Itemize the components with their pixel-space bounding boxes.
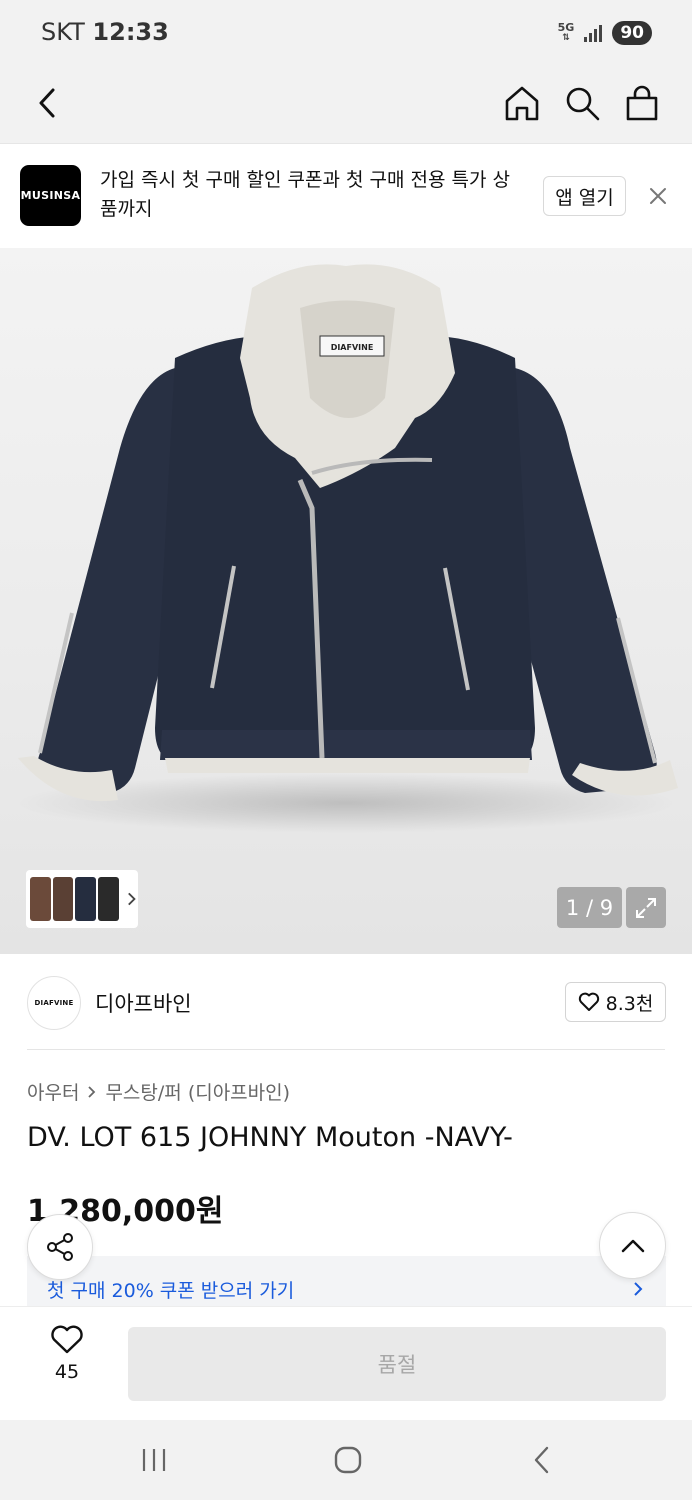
product-image-gallery[interactable]: DIAFVINE 1 / 9 bbox=[0, 248, 692, 954]
brand-like-button[interactable]: 8.3천 bbox=[565, 982, 666, 1022]
home-system-button[interactable] bbox=[328, 1440, 368, 1480]
chevron-right-icon bbox=[634, 1282, 643, 1296]
home-button[interactable] bbox=[497, 78, 547, 128]
top-nav bbox=[0, 66, 692, 144]
close-icon bbox=[650, 188, 666, 204]
chevron-left-icon bbox=[39, 88, 55, 118]
divider bbox=[27, 1049, 665, 1050]
chevron-right-icon bbox=[127, 892, 136, 906]
thumbnail-black[interactable] bbox=[98, 877, 119, 921]
thumbnail-navy[interactable] bbox=[75, 877, 97, 921]
recent-apps-icon bbox=[142, 1449, 166, 1471]
status-indicators: 5G ⇅ 90 bbox=[558, 18, 652, 48]
image-counter: 1 / 9 bbox=[557, 887, 622, 928]
jacket-image: DIAFVINE bbox=[16, 264, 678, 833]
home-icon bbox=[505, 86, 539, 121]
collar-label: DIAFVINE bbox=[331, 343, 374, 352]
back-arrow-icon bbox=[534, 1446, 549, 1474]
product-like-button[interactable]: 45 bbox=[37, 1325, 97, 1383]
breadcrumb-subcategory[interactable]: 무스탕/퍼 (디아프바인) bbox=[105, 1078, 290, 1105]
chevron-right-icon bbox=[88, 1085, 96, 1098]
buy-button-sold-out[interactable]: 품절 bbox=[128, 1327, 666, 1401]
bottom-action-bar: 45 품절 bbox=[0, 1306, 692, 1420]
clock: 12:33 bbox=[92, 18, 169, 46]
breadcrumb-category[interactable]: 아우터 bbox=[27, 1078, 79, 1105]
cart-button[interactable] bbox=[617, 78, 667, 128]
coupon-text: 첫 구매 20% 쿠폰 받으러 가기 bbox=[47, 1280, 295, 1302]
status-carrier-time: SKT 12:33 bbox=[41, 18, 169, 46]
chevron-up-icon bbox=[621, 1239, 644, 1252]
brand-like-count: 8.3천 bbox=[605, 992, 654, 1015]
recent-apps-button[interactable] bbox=[134, 1440, 174, 1480]
share-icon bbox=[47, 1233, 73, 1261]
heart-icon bbox=[51, 1325, 83, 1354]
thumbnail-brown[interactable] bbox=[30, 877, 51, 921]
home-circle-icon bbox=[334, 1446, 362, 1474]
search-button[interactable] bbox=[557, 78, 607, 128]
battery-indicator: 90 bbox=[612, 21, 652, 45]
share-button[interactable] bbox=[27, 1214, 93, 1280]
back-button[interactable] bbox=[22, 78, 72, 128]
app-promo-banner: MUSINSA 가입 즉시 첫 구매 할인 쿠폰과 첫 구매 전용 특가 상품까… bbox=[0, 144, 692, 248]
brand-name[interactable]: 디아프바인 bbox=[95, 988, 192, 1018]
status-bar: SKT 12:33 5G ⇅ 90 bbox=[0, 0, 692, 66]
search-icon bbox=[566, 87, 600, 121]
coupon-banner[interactable]: 첫 구매 20% 쿠폰 받으러 가기 bbox=[27, 1256, 666, 1308]
expand-icon bbox=[636, 897, 656, 918]
brand-logo[interactable]: DIAFVINE bbox=[27, 976, 81, 1030]
thumbnail-brown-alt[interactable] bbox=[52, 877, 74, 921]
system-back-button[interactable] bbox=[522, 1440, 562, 1480]
product-title: DV. LOT 615 JOHNNY Mouton -NAVY- bbox=[27, 1122, 513, 1153]
open-app-button[interactable]: 앱 열기 bbox=[543, 176, 626, 216]
system-nav-bar bbox=[0, 1420, 692, 1500]
expand-button[interactable] bbox=[626, 887, 666, 928]
signal-icon bbox=[584, 24, 603, 42]
network-5g-icon: 5G ⇅ bbox=[557, 21, 575, 43]
musinsa-logo: MUSINSA bbox=[20, 165, 81, 226]
product-like-count: 45 bbox=[54, 1361, 80, 1383]
carrier: SKT bbox=[41, 18, 85, 46]
shopping-bag-icon bbox=[626, 85, 658, 121]
heart-icon bbox=[578, 992, 599, 1011]
scroll-top-button[interactable] bbox=[599, 1212, 666, 1279]
breadcrumb: 아우터 무스탕/퍼 (디아프바인) bbox=[27, 1078, 290, 1105]
close-banner-button[interactable] bbox=[648, 186, 668, 206]
brand-row: DIAFVINE 디아프바인 8.3천 bbox=[0, 954, 692, 1050]
thumbnail-strip[interactable] bbox=[26, 870, 138, 928]
promo-text: 가입 즉시 첫 구매 할인 쿠폰과 첫 구매 전용 특가 상품까지 bbox=[100, 169, 510, 220]
